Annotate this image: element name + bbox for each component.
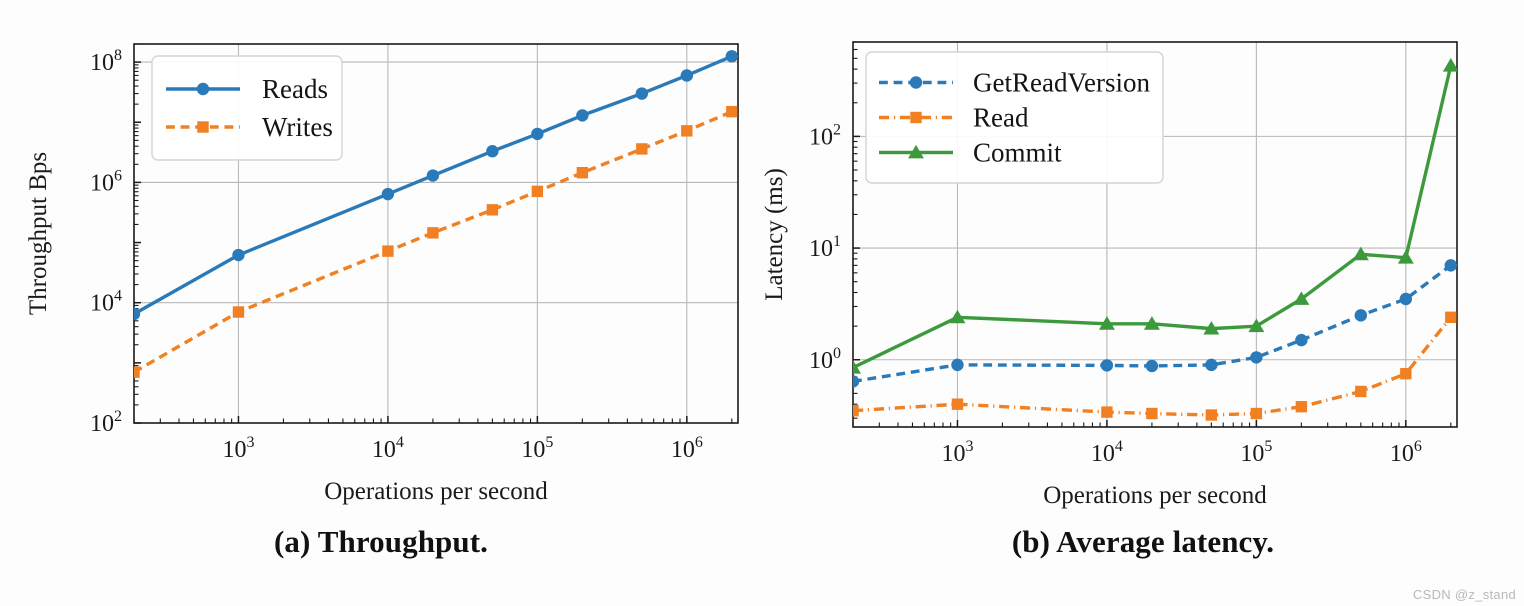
data-point-marker <box>531 127 544 141</box>
tick-label: 104 <box>372 434 404 463</box>
tick-label: 104 <box>1091 438 1123 467</box>
tick-label: 101 <box>809 233 841 262</box>
legend-label: Commit <box>973 138 1062 168</box>
tick-label: 103 <box>222 434 254 463</box>
data-point-marker <box>1400 368 1412 380</box>
data-point-marker <box>1205 409 1218 421</box>
data-point-marker <box>1295 333 1308 347</box>
data-point-marker <box>232 306 245 318</box>
tick-label: 105 <box>1240 438 1272 467</box>
data-point-marker <box>951 398 964 410</box>
figure-container: 103 104 105 106 102 104 106 108 Operations per s… <box>0 0 1524 606</box>
throughput-chart: 103 104 105 106 102 104 106 108 Operations per s… <box>25 43 739 505</box>
data-point-marker <box>680 69 694 82</box>
data-point-marker <box>951 358 964 372</box>
legend-label: Read <box>973 103 1029 133</box>
data-point-marker <box>635 87 649 100</box>
data-point-marker <box>1101 406 1113 418</box>
data-point-marker <box>576 109 589 122</box>
data-point-marker <box>531 185 544 198</box>
data-point-marker <box>381 187 395 201</box>
data-point-marker <box>486 145 499 158</box>
data-point-marker <box>1146 407 1158 420</box>
tick-label: 100 <box>809 345 841 374</box>
tick-label: 105 <box>521 434 553 463</box>
data-point-marker <box>1250 351 1263 364</box>
data-point-marker <box>576 166 589 179</box>
data-point-marker <box>1355 385 1367 398</box>
tick-label: 106 <box>90 167 122 196</box>
watermark-label: CSDN @z_stand <box>1412 587 1516 602</box>
data-point-marker <box>197 121 209 133</box>
caption-b: (b) Average latency. <box>1011 524 1275 559</box>
legend-box[interactable] <box>151 55 343 161</box>
data-point-marker <box>1205 358 1218 372</box>
y-axis-title: Latency (ms) <box>762 168 788 301</box>
data-point-marker <box>427 227 439 239</box>
legend[interactable]: GetReadVersion Read Commit <box>865 51 1164 184</box>
data-point-marker <box>1445 311 1457 323</box>
data-point-marker <box>636 143 648 155</box>
data-point-marker <box>134 366 140 378</box>
tick-label: 106 <box>671 434 703 463</box>
data-point-marker <box>1250 407 1263 420</box>
legend[interactable]: Reads Writes <box>151 55 343 161</box>
tick-label: 106 <box>1390 438 1422 467</box>
data-point-marker <box>725 50 738 63</box>
data-point-marker <box>1295 400 1308 413</box>
data-point-marker <box>196 82 210 96</box>
data-point-marker <box>1354 309 1368 322</box>
axes: 103 104 105 106 102 104 106 108 Operations per s… <box>25 43 739 505</box>
latency-chart: 103 104 105 106 100 101 102 Operations per seco… <box>762 41 1458 509</box>
data-point-marker <box>232 248 245 262</box>
data-point-marker <box>1145 359 1159 373</box>
panel-latency: 103 104 105 106 100 101 102 Operations per seco… <box>762 0 1524 606</box>
data-point-marker <box>1444 259 1457 272</box>
data-point-marker <box>726 105 738 118</box>
data-point-marker <box>681 125 693 137</box>
legend-label: Writes <box>262 112 333 142</box>
tick-label: 108 <box>90 47 122 76</box>
data-point-marker <box>853 375 860 388</box>
panel-throughput: 103 104 105 106 102 104 106 108 Operations per s… <box>0 0 762 606</box>
data-point-marker <box>1399 292 1413 306</box>
tick-label: 103 <box>941 438 973 467</box>
data-point-marker <box>134 307 141 321</box>
y-axis-title: Throughput Bps <box>25 152 52 315</box>
data-point-marker <box>1100 359 1114 372</box>
data-point-marker <box>486 204 499 216</box>
data-point-marker <box>909 76 923 89</box>
legend-label: GetReadVersion <box>973 68 1150 98</box>
data-point-marker <box>426 169 440 182</box>
tick-label: 104 <box>90 288 122 317</box>
x-axis-title: Operations per second <box>1043 482 1267 509</box>
tick-label: 102 <box>809 121 841 150</box>
legend-label: Reads <box>262 74 328 104</box>
x-axis-title: Operations per second <box>324 478 548 505</box>
data-point-marker <box>853 404 859 417</box>
caption-a: (a) Throughput. <box>274 524 488 559</box>
data-point-marker <box>382 245 394 257</box>
data-point-marker <box>910 111 922 124</box>
tick-label: 102 <box>90 408 122 437</box>
